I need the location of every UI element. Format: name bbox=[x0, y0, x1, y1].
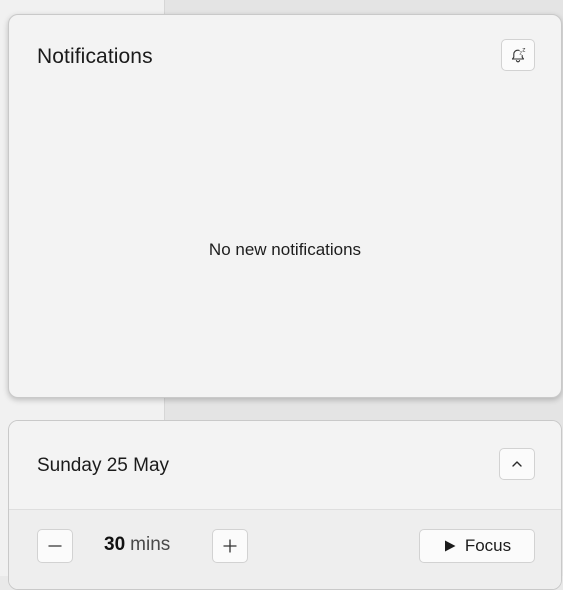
focus-button-label: Focus bbox=[464, 536, 512, 555]
focus-duration: 30 mins bbox=[104, 534, 170, 556]
svg-text:z: z bbox=[522, 47, 525, 54]
increase-duration-button[interactable] bbox=[212, 529, 248, 563]
calendar-date-label[interactable]: Sunday 25 May bbox=[37, 455, 169, 477]
play-icon bbox=[443, 539, 457, 553]
notifications-title: Notifications bbox=[37, 45, 153, 68]
bell-snooze-icon: z z bbox=[509, 46, 527, 64]
collapse-calendar-button[interactable] bbox=[499, 448, 535, 480]
minus-icon bbox=[47, 538, 63, 554]
calendar-header: Sunday 25 May bbox=[9, 421, 561, 510]
plus-icon bbox=[222, 538, 238, 554]
do-not-disturb-button[interactable]: z z bbox=[501, 39, 535, 71]
duration-value: 30 bbox=[104, 534, 126, 555]
notification-center-panel: Notifications z z No new notifications bbox=[8, 14, 562, 398]
focus-session-row: 30 mins Focus bbox=[9, 510, 561, 589]
chevron-up-icon bbox=[511, 460, 523, 468]
duration-unit: mins bbox=[130, 534, 171, 555]
calendar-panel: Sunday 25 May 30 mins Focus bbox=[8, 420, 562, 590]
start-focus-button[interactable]: Focus bbox=[419, 529, 535, 563]
empty-notifications-message: No new notifications bbox=[208, 240, 362, 259]
decrease-duration-button[interactable] bbox=[37, 529, 73, 563]
